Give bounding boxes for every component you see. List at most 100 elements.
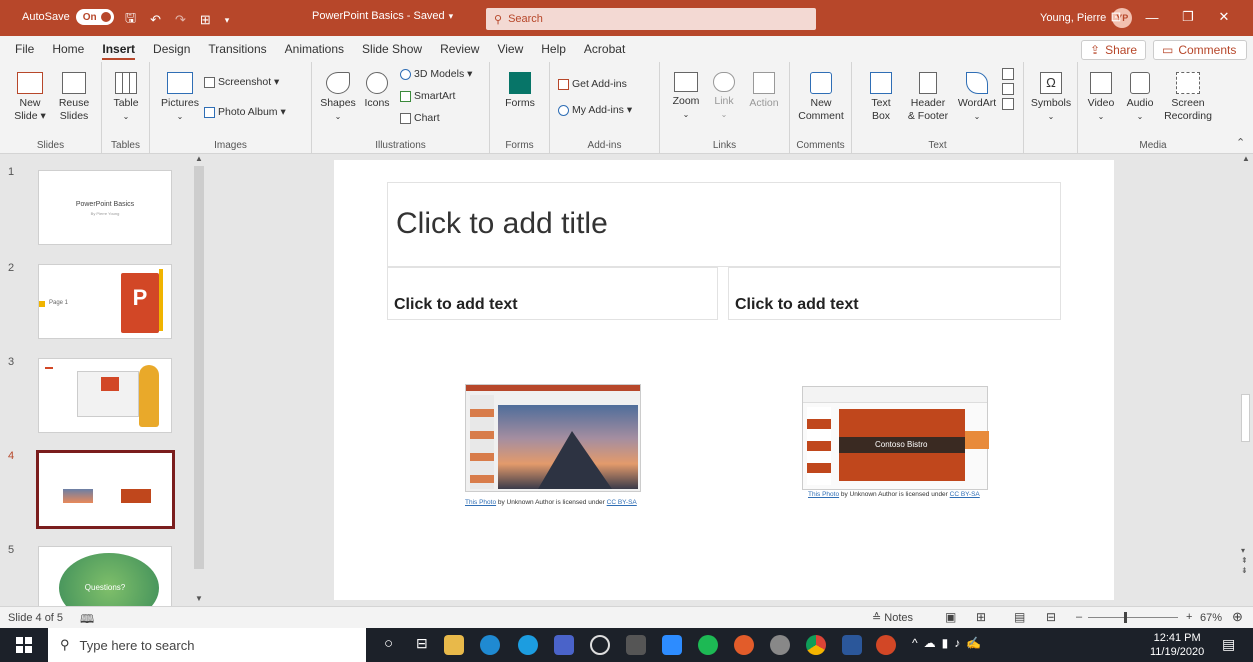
icons-button[interactable]: Icons [360, 72, 394, 110]
slide-thumbnail-4[interactable] [36, 450, 175, 529]
tab-design[interactable]: Design [144, 36, 199, 62]
text-box-button[interactable]: Text Box [864, 72, 898, 123]
normal-view-icon[interactable]: ▣ [945, 610, 956, 624]
system-tray-icons[interactable]: ^☁▮♪✍ [912, 636, 987, 650]
left-picture[interactable] [465, 384, 641, 492]
page-nav-icons[interactable]: ▾ ⇞ ⇟ [1241, 546, 1248, 576]
new-comment-button[interactable]: New Comment [796, 72, 846, 123]
symbols-button[interactable]: Ω Symbols ⌄ [1030, 72, 1072, 123]
tab-animations[interactable]: Animations [276, 36, 353, 62]
xbox-icon[interactable] [590, 635, 610, 655]
3d-models-button[interactable]: 3D Models ▾ [400, 68, 472, 80]
title-placeholder[interactable]: Click to add title [387, 182, 1061, 267]
slide-sorter-icon[interactable]: ⊞ [976, 610, 986, 624]
right-picture[interactable]: Contoso Bistro [802, 386, 989, 490]
chart-button[interactable]: Chart [400, 112, 440, 124]
close-button[interactable]: ✕ [1206, 9, 1242, 25]
audio-button[interactable]: Audio ⌄ [1122, 72, 1158, 123]
thumbnail-scrollbar[interactable]: ▲ ▼ [191, 154, 207, 606]
save-icon[interactable]: 🖫 [125, 9, 136, 31]
document-title[interactable]: PowerPoint Basics - Saved ▾ [312, 10, 453, 22]
clock[interactable]: 12:41 PM 11/19/2020 [1150, 631, 1204, 659]
ribbon-display-icon[interactable]: ⊡ [1098, 9, 1134, 25]
reading-view-icon[interactable]: ▤ [1014, 610, 1025, 624]
app-orange-icon[interactable] [734, 635, 754, 655]
slide-thumbnail-1[interactable]: PowerPoint Basics By Pierre Young [38, 170, 172, 245]
powerpoint-taskbar-icon[interactable] [876, 635, 896, 655]
slide-thumbnail-3[interactable] [38, 358, 172, 433]
file-explorer-icon[interactable] [444, 635, 464, 655]
zoom-slider[interactable] [1088, 612, 1178, 623]
customize-qat-icon[interactable]: ▾ [225, 15, 230, 26]
screenshot-button[interactable]: Screenshot ▾ [204, 76, 279, 88]
scrollbar-thumb[interactable] [194, 166, 204, 569]
right-caption-license-link[interactable]: CC BY-SA [950, 491, 980, 498]
spotify-icon[interactable] [698, 635, 718, 655]
autosave-toggle[interactable]: On [75, 9, 114, 25]
slideshow-icon[interactable]: ⊟ [1046, 610, 1056, 624]
left-content-placeholder[interactable]: Click to add text [387, 267, 718, 320]
left-caption-photo-link[interactable]: This Photo [465, 499, 496, 506]
taskbar-search[interactable]: ⚲ Type here to search [48, 628, 366, 662]
mail-icon[interactable] [554, 635, 574, 655]
zoom-in-button[interactable]: + [1186, 611, 1192, 623]
pictures-button[interactable]: Pictures ⌄ [158, 72, 202, 123]
scroll-up-icon[interactable]: ▲ [195, 154, 203, 163]
tab-insert[interactable]: Insert [93, 36, 144, 62]
action-button[interactable]: Action [744, 72, 784, 110]
video-button[interactable]: Video ⌄ [1082, 72, 1120, 123]
skype-icon[interactable] [518, 635, 538, 655]
slide-scrollbar[interactable]: ▲ ▾ ⇞ ⇟ [1238, 154, 1253, 606]
windows-start-icon[interactable] [16, 637, 32, 653]
header-footer-button[interactable]: Header & Footer [900, 72, 956, 123]
left-caption-license-link[interactable]: CC BY-SA [607, 499, 637, 506]
slide-thumbnail-2[interactable]: Page 1 P [38, 264, 172, 339]
forms-button[interactable]: Forms [502, 72, 538, 110]
right-caption-photo-link[interactable]: This Photo [808, 491, 839, 498]
screen-recording-button[interactable]: Screen Recording [1160, 72, 1216, 123]
search-box[interactable]: ⚲ Search [486, 8, 816, 30]
scroll-up-icon[interactable]: ▲ [1242, 154, 1250, 163]
text-extra-buttons[interactable] [1000, 68, 1016, 113]
photo-album-button[interactable]: Photo Album ▾ [204, 106, 286, 118]
tab-home[interactable]: Home [43, 36, 93, 62]
chrome-icon[interactable] [806, 635, 826, 655]
tab-transitions[interactable]: Transitions [199, 36, 275, 62]
tab-acrobat[interactable]: Acrobat [575, 36, 634, 62]
autosave[interactable]: AutoSave On [22, 9, 114, 25]
task-view-icon[interactable]: ⊟ [416, 635, 428, 652]
scrollbar-thumb[interactable] [1241, 394, 1250, 442]
word-icon[interactable] [842, 635, 862, 655]
share-button[interactable]: ⇪ Share [1081, 40, 1147, 60]
reuse-slides-button[interactable]: Reuse Slides [54, 72, 94, 123]
zoom-level[interactable]: 67% [1200, 612, 1222, 624]
wordart-button[interactable]: WordArt ⌄ [956, 72, 998, 123]
collapse-ribbon-icon[interactable]: ⌃ [1236, 136, 1245, 149]
zoom-out-button[interactable]: – [1076, 611, 1082, 623]
new-slide-button[interactable]: New Slide ▾ [12, 72, 48, 123]
table-button[interactable]: Table ⌄ [108, 72, 144, 123]
tab-help[interactable]: Help [532, 36, 575, 62]
get-addins-button[interactable]: Get Add-ins [558, 78, 627, 90]
slide-thumbnail-5[interactable]: Questions? [38, 546, 172, 606]
minimize-button[interactable]: — [1134, 10, 1170, 25]
comments-button[interactable]: ▭ Comments [1153, 40, 1247, 60]
notes-button[interactable]: ≙ Notes [872, 611, 913, 624]
link-button[interactable]: Link ⌄ [708, 72, 740, 121]
tab-file[interactable]: File [6, 36, 43, 62]
redo-icon[interactable]: ↷ [175, 12, 186, 28]
tab-slide-show[interactable]: Slide Show [353, 36, 431, 62]
store-icon[interactable] [626, 635, 646, 655]
zoom-app-icon[interactable] [662, 635, 682, 655]
right-content-placeholder[interactable]: Click to add text [728, 267, 1061, 320]
smartart-button[interactable]: SmartArt [400, 90, 455, 102]
edge-icon[interactable] [480, 635, 500, 655]
undo-icon[interactable]: ↶ [150, 12, 161, 28]
tab-review[interactable]: Review [431, 36, 488, 62]
zoom-slider-thumb[interactable] [1124, 612, 1127, 623]
shapes-button[interactable]: Shapes ⌄ [318, 72, 358, 123]
app-gray-icon[interactable] [770, 635, 790, 655]
maximize-button[interactable]: ❐ [1170, 9, 1206, 25]
cortana-icon[interactable]: ○ [384, 635, 393, 652]
present-icon[interactable]: ⊞ [200, 12, 211, 28]
